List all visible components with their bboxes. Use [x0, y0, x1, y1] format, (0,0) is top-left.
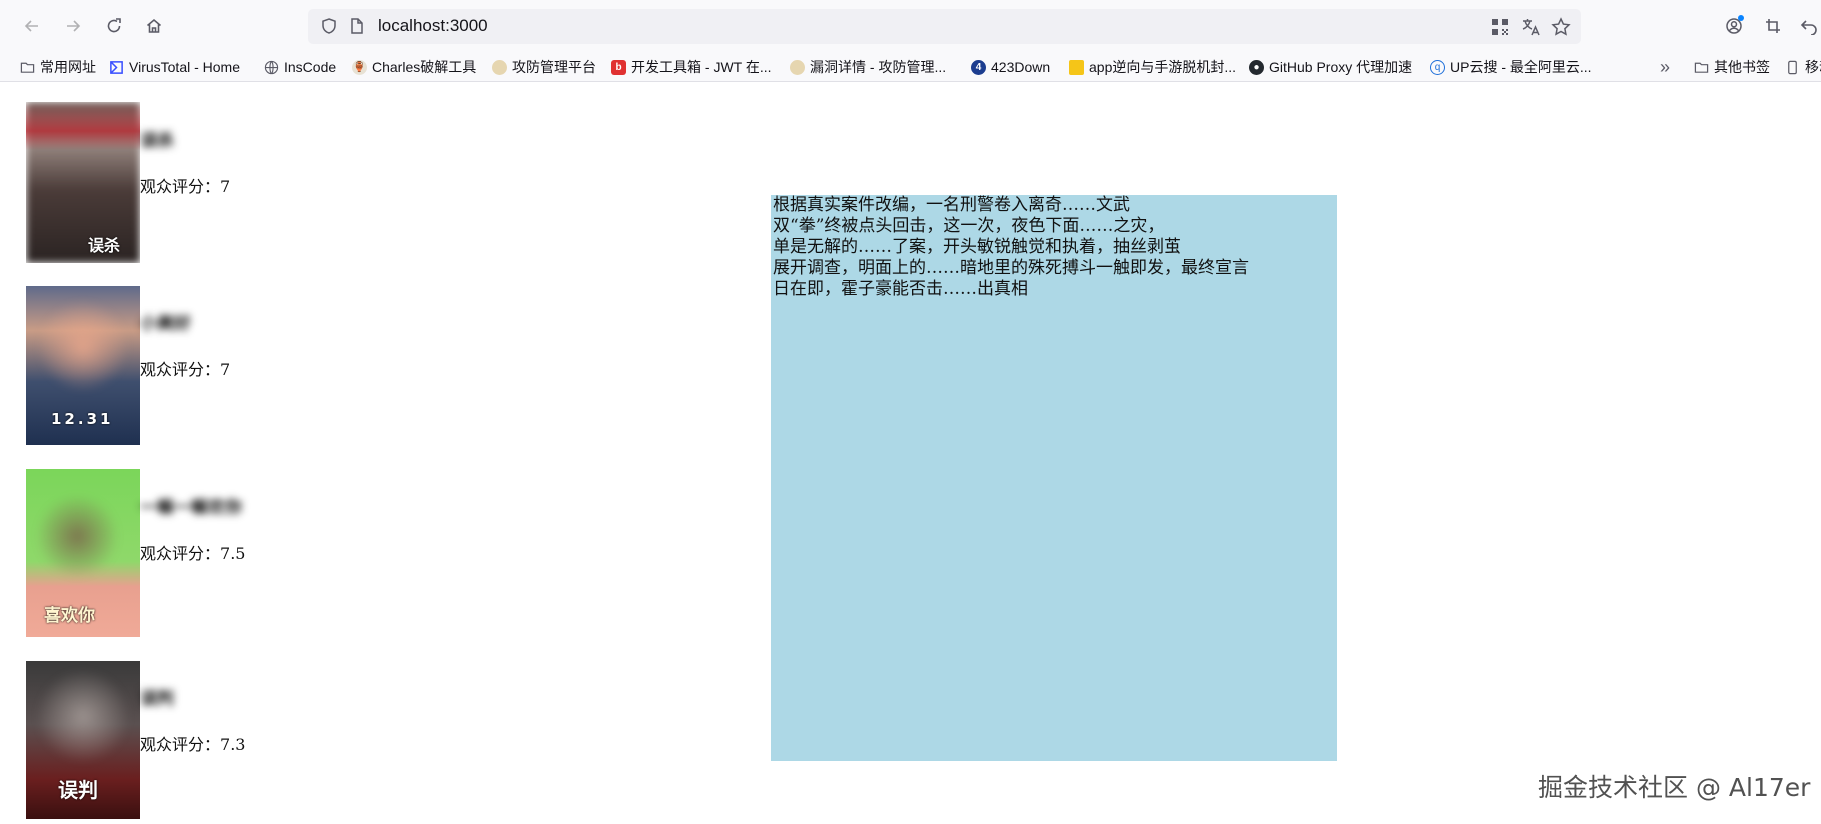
account-icon[interactable]: [1718, 10, 1750, 42]
movie-rating: 观众评分：7.5: [140, 540, 245, 564]
extensions-icon[interactable]: [1757, 10, 1789, 42]
back-icon[interactable]: [16, 10, 48, 42]
bookmark-star-icon[interactable]: [1551, 17, 1571, 37]
bookmark-attack-platform[interactable]: 攻防管理平台: [492, 52, 596, 82]
detail-text-line: 双“拳”终被点头回击，这一次，夜色下面……之灾，: [773, 216, 1165, 236]
rating-label: 观众评分：: [140, 544, 221, 563]
overflow-label: »: [1660, 56, 1671, 77]
shield-icon[interactable]: [320, 17, 338, 35]
bookmark-label: app逆向与手游脱机封...: [1089, 59, 1237, 75]
bookmark-app-reverse[interactable]: app逆向与手游脱机封...: [1069, 52, 1236, 82]
bookmark-folder-mobile[interactable]: 移动: [1785, 52, 1821, 82]
bookmark-label: Charles破解工具: [372, 59, 477, 75]
bookmark-inscode[interactable]: InsCode: [264, 52, 336, 82]
movie-detail-panel: 根据真实案件改编，一名刑警卷入离奇……文武 双“拳”终被点头回击，这一次，夜色下…: [771, 195, 1337, 761]
note-icon: [1069, 59, 1084, 75]
movie-poster[interactable]: 12.31: [26, 286, 140, 445]
folder-icon: [20, 60, 35, 75]
rating-value: 7.3: [220, 735, 246, 754]
site-icon: [492, 59, 507, 75]
detail-text-line: 展开调查，明面上的……暗地里的殊死搏斗一触即发，最终宣言: [773, 258, 1249, 278]
url-text[interactable]: localhost:3000: [378, 16, 488, 36]
watermark: 掘金技术社区 @ Al17er: [1538, 773, 1811, 802]
bookmark-vuln-detail[interactable]: 漏洞详情 - 攻防管理...: [790, 52, 946, 82]
translate-icon[interactable]: [1521, 17, 1541, 37]
bookmark-label: GitHub Proxy 代理加速: [1269, 59, 1413, 75]
bookmark-devtools[interactable]: b 开发工具箱 - JWT 在...: [611, 52, 772, 82]
page-content: 误杀 误杀 观众评分：7 12.31 小美好 观众评分：7 喜欢你 一嘛一嘛欢你…: [0, 83, 1821, 824]
bookmark-label: 攻防管理平台: [512, 59, 596, 75]
bookmark-label: 移动: [1805, 59, 1821, 75]
bookmark-virustotal[interactable]: VirusTotal - Home: [109, 52, 240, 82]
movie-rating: 观众评分：7.3: [140, 731, 245, 755]
rating-value: 7: [220, 360, 231, 379]
bookmark-label: 漏洞详情 - 攻防管理...: [810, 59, 947, 75]
movie-title: 小美好: [140, 314, 191, 334]
bookmark-label: InsCode: [284, 59, 337, 75]
page-icon: [348, 17, 366, 35]
bookmark-up-cloud-search[interactable]: q UP云搜 - 最全阿里云...: [1430, 52, 1592, 82]
movie-poster[interactable]: 喜欢你: [26, 469, 140, 637]
folder-icon: [1694, 60, 1709, 75]
bookmark-folder-common[interactable]: 常用网址: [20, 52, 96, 82]
rating-value: 7.5: [220, 544, 246, 563]
bookmarks-bar: 常用网址 VirusTotal - Home InsCode 🏺 Charles…: [0, 52, 1821, 82]
rating-label: 观众评分：: [140, 360, 221, 379]
movie-rating: 观众评分：7: [140, 173, 230, 197]
poster-caption: 喜欢你: [44, 606, 95, 626]
detail-text-line: 单是无解的……了案，开头敏锐触觉和执着，抽丝剥茧: [773, 237, 1181, 257]
detail-text-line: 日在即，霍子豪能否击……出真相: [773, 279, 1028, 299]
site-icon: [790, 59, 805, 75]
movie-poster[interactable]: 误判: [26, 661, 140, 819]
undo-icon[interactable]: [1793, 10, 1821, 42]
qr-code-icon[interactable]: [1490, 17, 1510, 37]
globe-icon: [264, 60, 279, 75]
movie-poster[interactable]: 误杀: [26, 102, 140, 263]
search-site-icon: q: [1430, 59, 1445, 75]
browser-toolbar: localhost:3000: [0, 0, 1821, 52]
movie-title: 误判: [140, 689, 174, 709]
reload-icon[interactable]: [98, 10, 130, 42]
bookmark-label: 开发工具箱 - JWT 在...: [631, 59, 772, 75]
virustotal-icon: [109, 60, 124, 75]
bookmark-folder-other[interactable]: 其他书签: [1694, 52, 1770, 82]
github-icon: ●: [1249, 59, 1264, 75]
poster-caption: 误判: [58, 778, 98, 802]
devtools-icon: b: [611, 59, 626, 75]
download-site-icon: 4: [971, 59, 986, 75]
bookmarks-overflow-chevron-icon[interactable]: »: [1660, 52, 1670, 82]
movie-title: 一嘛一嘛欢你: [140, 498, 242, 518]
url-bar[interactable]: localhost:3000: [308, 9, 1581, 44]
bookmark-label: 423Down: [991, 59, 1051, 75]
bookmark-label: 常用网址: [40, 59, 96, 75]
bookmark-charles[interactable]: 🏺 Charles破解工具: [352, 52, 476, 82]
bookmark-label: UP云搜 - 最全阿里云...: [1450, 59, 1592, 75]
mobile-icon: [1785, 60, 1800, 75]
home-icon[interactable]: [138, 10, 170, 42]
rating-label: 观众评分：: [140, 735, 221, 754]
poster-caption: 12.31: [51, 410, 114, 428]
bookmark-label: 其他书签: [1714, 59, 1770, 75]
bookmark-label: VirusTotal - Home: [129, 59, 241, 75]
movie-title: 误杀: [140, 131, 174, 151]
rating-label: 观众评分：: [140, 177, 221, 196]
bookmark-423down[interactable]: 4 423Down: [971, 52, 1050, 82]
charles-icon: 🏺: [352, 59, 367, 75]
rating-value: 7: [220, 177, 231, 196]
movie-rating: 观众评分：7: [140, 356, 230, 380]
bookmark-github-proxy[interactable]: ● GitHub Proxy 代理加速: [1249, 52, 1412, 82]
forward-icon[interactable]: [57, 10, 89, 42]
detail-text-line: 根据真实案件改编，一名刑警卷入离奇……文武: [773, 195, 1130, 215]
poster-caption: 误杀: [88, 236, 121, 255]
